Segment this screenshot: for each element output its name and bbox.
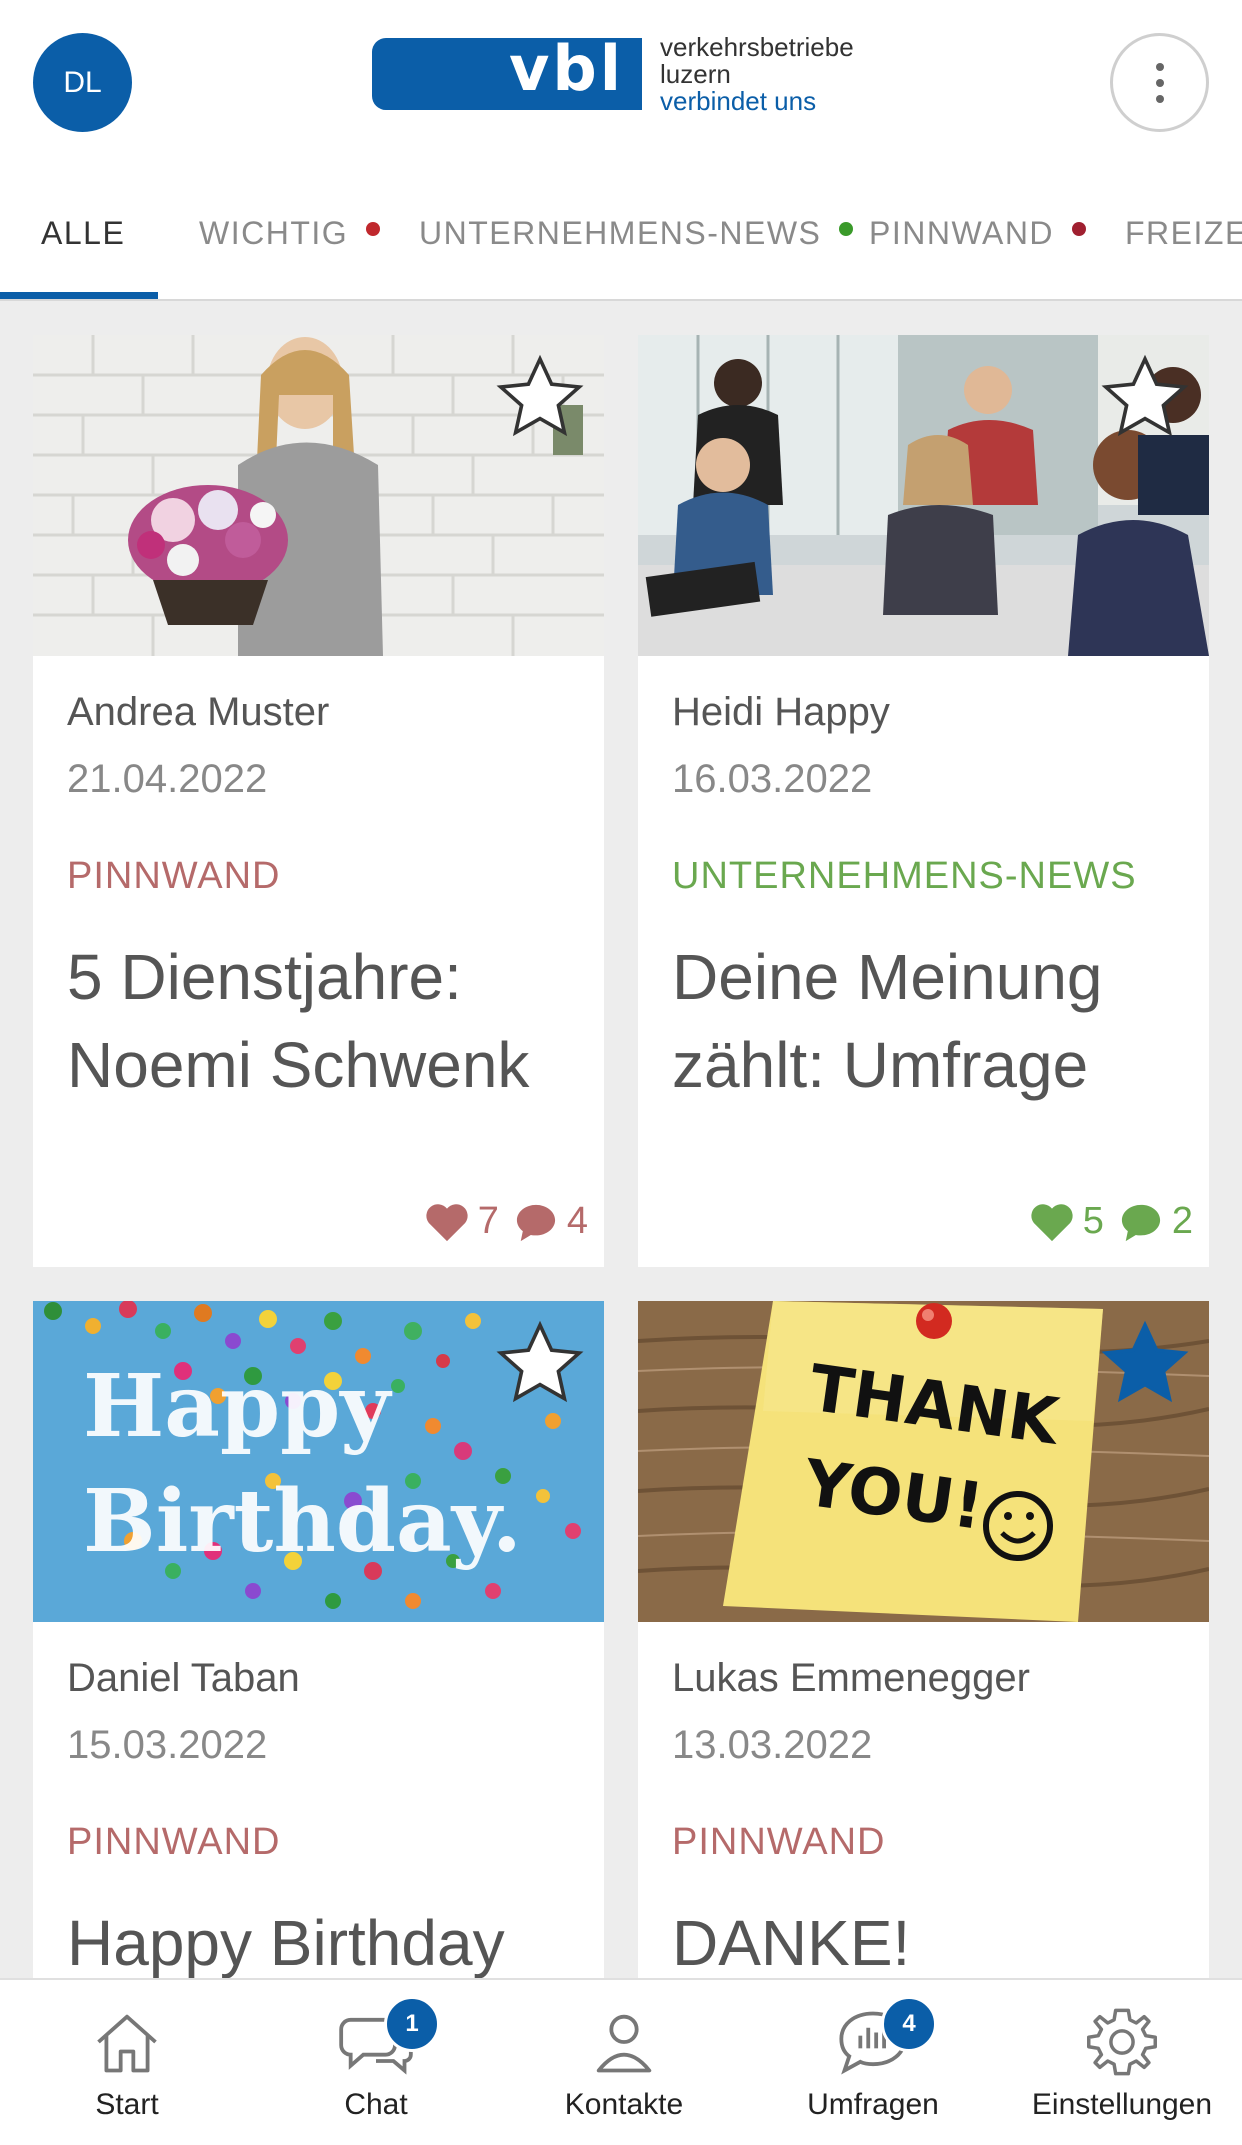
tab-alle[interactable]: ALLE xyxy=(41,215,125,252)
card-title: DANKE! xyxy=(672,1907,911,1979)
likes[interactable]: 5 xyxy=(1029,1200,1104,1243)
card-title: 5 Dienstjahre: Noemi Schwenk xyxy=(67,941,530,1101)
likes-count: 7 xyxy=(477,1200,499,1242)
card-date: 16.03.2022 xyxy=(672,757,873,801)
news-card[interactable]: Heidi Happy 16.03.2022 UNTERNEHMENS-NEWS… xyxy=(638,335,1209,1267)
app-header: DL vbl verkehrsbetriebe luzern verbindet… xyxy=(0,0,1242,165)
likes-count: 5 xyxy=(1082,1200,1104,1242)
favorite-star-icon[interactable] xyxy=(492,349,588,445)
card-date: 13.03.2022 xyxy=(672,1723,873,1767)
nav-einstellungen[interactable]: Einstellungen xyxy=(998,1980,1242,2145)
vbl-logo: vbl verkehrsbetriebe luzern verbindet un… xyxy=(372,32,882,116)
logo-mark: vbl xyxy=(372,32,642,110)
news-card[interactable]: Andrea Muster 21.04.2022 PINNWAND 5 Dien… xyxy=(33,335,604,1267)
tab-pinnwand[interactable]: PINNWAND xyxy=(869,215,1087,252)
more-options-button[interactable] xyxy=(1110,33,1209,132)
card-image-happy-birthday-confetti: Happy Birthday. xyxy=(33,1301,604,1622)
favorite-star-icon[interactable] xyxy=(1097,1315,1193,1411)
favorite-star-icon[interactable] xyxy=(1097,349,1193,445)
card-category: PINNWAND xyxy=(67,1821,281,1863)
tab-unternehmens-news[interactable]: UNTERNEHMENS-NEWS xyxy=(419,215,854,252)
comment-icon xyxy=(516,1204,555,1241)
comments-count: 2 xyxy=(1171,1200,1193,1242)
card-category: UNTERNEHMENS-NEWS xyxy=(672,855,1137,897)
card-author: Lukas Emmenegger xyxy=(672,1656,1030,1700)
comment-icon xyxy=(1121,1204,1160,1241)
logo-text: verkehrsbetriebe luzern verbindet uns xyxy=(660,32,854,116)
home-icon xyxy=(97,2014,157,2073)
comments[interactable]: 4 xyxy=(513,1200,588,1243)
card-category: PINNWAND xyxy=(672,1821,886,1863)
card-date: 15.03.2022 xyxy=(67,1723,268,1767)
card-title: Deine Meinung zählt: Umfrage xyxy=(672,941,1103,1101)
card-stats: 7 4 xyxy=(424,1200,588,1243)
card-image-office-meeting xyxy=(638,335,1209,656)
comments-count: 4 xyxy=(566,1200,588,1242)
avatar-initials: DL xyxy=(63,65,102,99)
category-tabs: ALLE WICHTIG UNTERNEHMENS-NEWS PINNWAND … xyxy=(0,165,1242,301)
card-stats: 5 2 xyxy=(1029,1200,1193,1243)
nav-chat[interactable]: 1 Chat xyxy=(252,1980,500,2145)
tab-indicator-dot xyxy=(839,221,854,236)
favorite-star-icon[interactable] xyxy=(492,1315,588,1411)
heart-icon xyxy=(426,1203,468,1241)
tab-indicator-dot xyxy=(366,221,381,236)
gear-icon xyxy=(1087,2008,1157,2076)
more-dot-icon xyxy=(1155,62,1164,71)
happy-birthday-image-text: Birthday. xyxy=(83,1471,522,1572)
card-author: Daniel Taban xyxy=(67,1656,300,1700)
nav-umfragen[interactable]: 4 Umfragen xyxy=(749,1980,997,2145)
card-image-woman-with-flowers xyxy=(33,335,604,656)
card-title: Happy Birthday xyxy=(67,1907,505,1979)
tab-freizeit[interactable]: FREIZEI xyxy=(1125,215,1242,252)
news-card[interactable]: Happy Birthday. Daniel Taban 15.03.2022 … xyxy=(33,1301,604,2021)
contacts-icon xyxy=(596,2014,652,2073)
nav-start[interactable]: Start xyxy=(3,1980,251,2145)
happy-birthday-image-text: Happy xyxy=(83,1356,393,1457)
survey-badge: 4 xyxy=(881,1996,937,2052)
card-author: Heidi Happy xyxy=(672,690,890,734)
active-tab-indicator xyxy=(0,292,158,299)
heart-icon xyxy=(1031,1203,1073,1241)
comments[interactable]: 2 xyxy=(1118,1200,1193,1243)
user-avatar[interactable]: DL xyxy=(33,33,132,132)
tab-wichtig[interactable]: WICHTIG xyxy=(199,215,381,252)
card-image-thank-you-note: THANK YOU! xyxy=(638,1301,1209,1622)
card-date: 21.04.2022 xyxy=(67,757,268,801)
nav-kontakte[interactable]: Kontakte xyxy=(500,1980,748,2145)
card-category: PINNWAND xyxy=(67,855,281,897)
tab-indicator-dot xyxy=(1072,221,1087,236)
likes[interactable]: 7 xyxy=(424,1200,499,1243)
bottom-navigation: Start 1 Chat Kontakte 4 Umfragen Einstel… xyxy=(0,1978,1242,2145)
card-author: Andrea Muster xyxy=(67,690,330,734)
news-card[interactable]: THANK YOU! Lukas Emmenegger 13.03.2022 P… xyxy=(638,1301,1209,2021)
chat-badge: 1 xyxy=(384,1996,440,2052)
